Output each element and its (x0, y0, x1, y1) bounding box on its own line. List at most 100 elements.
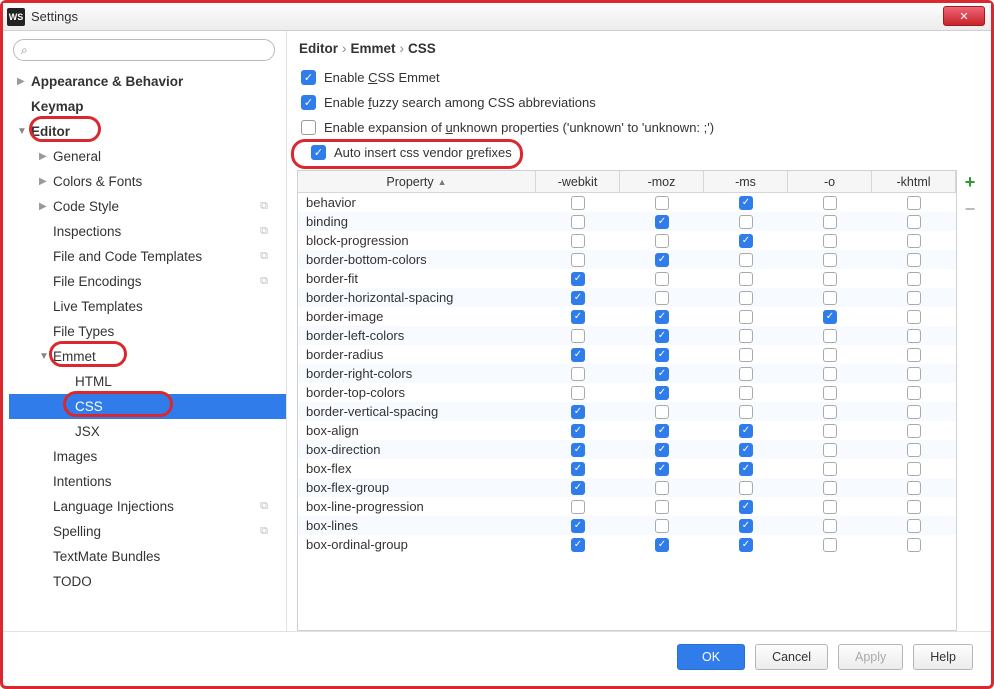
table-row[interactable]: box-flex-group (298, 478, 956, 497)
sidebar-item-appearance-behavior[interactable]: ▶Appearance & Behavior (9, 69, 286, 94)
prefix-cell[interactable] (872, 329, 956, 343)
prefix-cell[interactable] (620, 348, 704, 362)
table-row[interactable]: box-direction (298, 440, 956, 459)
checkbox-icon[interactable] (907, 253, 921, 267)
table-row[interactable]: border-top-colors (298, 383, 956, 402)
table-row[interactable]: box-ordinal-group (298, 535, 956, 554)
checkbox-icon[interactable] (571, 386, 585, 400)
prefix-cell[interactable] (704, 538, 788, 552)
table-row[interactable]: binding (298, 212, 956, 231)
prefix-cell[interactable] (536, 348, 620, 362)
checkbox-icon[interactable] (907, 519, 921, 533)
checkbox-icon[interactable] (907, 538, 921, 552)
prefix-cell[interactable] (536, 253, 620, 267)
table-row[interactable]: border-image (298, 307, 956, 326)
checkbox-icon[interactable] (907, 481, 921, 495)
prefix-cell[interactable] (704, 348, 788, 362)
sidebar-item-general[interactable]: ▶General (9, 144, 286, 169)
checkbox-icon[interactable] (823, 272, 837, 286)
sidebar-item-file-encodings[interactable]: File Encodings⧉ (9, 269, 286, 294)
checkbox-icon[interactable] (907, 424, 921, 438)
prefix-cell[interactable] (704, 291, 788, 305)
prefix-cell[interactable] (620, 367, 704, 381)
apply-button[interactable]: Apply (838, 644, 903, 670)
checkbox-icon[interactable] (907, 310, 921, 324)
close-button[interactable]: ✕ (943, 6, 985, 26)
prefix-cell[interactable] (620, 272, 704, 286)
search-input[interactable] (13, 39, 275, 61)
prefix-cell[interactable] (704, 519, 788, 533)
checkbox-icon[interactable] (571, 405, 585, 419)
prefix-cell[interactable] (788, 310, 872, 324)
prefix-cell[interactable] (536, 405, 620, 419)
checkbox-icon[interactable] (823, 500, 837, 514)
checkbox-icon[interactable] (823, 348, 837, 362)
checkbox-icon[interactable] (907, 500, 921, 514)
checkbox-icon[interactable] (823, 215, 837, 229)
checkbox-icon[interactable] (655, 386, 669, 400)
prefix-cell[interactable] (788, 424, 872, 438)
option-2[interactable]: Enable expansion of unknown properties (… (301, 120, 983, 135)
prefix-cell[interactable] (620, 215, 704, 229)
checkbox-icon[interactable] (655, 272, 669, 286)
sidebar-item-intentions[interactable]: Intentions (9, 469, 286, 494)
prefix-cell[interactable] (704, 367, 788, 381)
prefix-cell[interactable] (620, 443, 704, 457)
checkbox-icon[interactable] (823, 310, 837, 324)
prefix-cell[interactable] (788, 348, 872, 362)
checkbox-icon[interactable] (739, 443, 753, 457)
checkbox-icon[interactable] (571, 462, 585, 476)
checkbox-icon[interactable] (823, 405, 837, 419)
add-row-button[interactable]: + (965, 172, 976, 193)
prefix-cell[interactable] (704, 462, 788, 476)
prefix-cell[interactable] (872, 196, 956, 210)
checkbox-icon[interactable] (823, 291, 837, 305)
table-row[interactable]: border-right-colors (298, 364, 956, 383)
checkbox-icon[interactable] (739, 215, 753, 229)
checkbox-icon[interactable] (571, 291, 585, 305)
prefix-cell[interactable] (788, 215, 872, 229)
checkbox-icon[interactable] (823, 538, 837, 552)
checkbox-icon[interactable] (655, 367, 669, 381)
checkbox-icon[interactable] (907, 367, 921, 381)
prefix-cell[interactable] (872, 253, 956, 267)
prefix-cell[interactable] (788, 443, 872, 457)
checkbox-icon[interactable] (823, 196, 837, 210)
checkbox-icon[interactable] (739, 405, 753, 419)
prefix-cell[interactable] (872, 424, 956, 438)
checkbox-icon[interactable] (739, 519, 753, 533)
checkbox-icon[interactable] (571, 424, 585, 438)
prefix-cell[interactable] (788, 291, 872, 305)
checkbox-icon[interactable] (907, 215, 921, 229)
col-header-moz[interactable]: -moz (620, 171, 704, 192)
checkbox-icon[interactable] (571, 367, 585, 381)
prefix-cell[interactable] (620, 386, 704, 400)
prefix-cell[interactable] (620, 196, 704, 210)
checkbox-icon[interactable] (739, 538, 753, 552)
checkbox-icon[interactable] (571, 272, 585, 286)
checkbox-icon[interactable] (571, 253, 585, 267)
checkbox-icon[interactable] (571, 481, 585, 495)
breadcrumb-segment[interactable]: Editor (299, 41, 338, 56)
sidebar-item-language-injections[interactable]: Language Injections⧉ (9, 494, 286, 519)
checkbox-icon[interactable] (739, 272, 753, 286)
checkbox-icon[interactable] (571, 519, 585, 533)
checkbox-icon[interactable] (739, 310, 753, 324)
prefix-cell[interactable] (536, 538, 620, 552)
checkbox-icon[interactable] (739, 386, 753, 400)
prefix-cell[interactable] (704, 234, 788, 248)
checkbox-icon[interactable] (571, 348, 585, 362)
checkbox-icon[interactable] (571, 234, 585, 248)
breadcrumb-segment[interactable]: Emmet (351, 41, 396, 56)
prefix-cell[interactable] (620, 310, 704, 324)
checkbox-icon[interactable] (655, 519, 669, 533)
checkbox-icon[interactable] (823, 519, 837, 533)
prefix-cell[interactable] (872, 272, 956, 286)
checkbox-icon[interactable] (655, 291, 669, 305)
checkbox-icon[interactable] (739, 367, 753, 381)
table-row[interactable]: border-radius (298, 345, 956, 364)
checkbox-icon[interactable] (907, 462, 921, 476)
prefix-cell[interactable] (536, 329, 620, 343)
checkbox-icon[interactable] (823, 481, 837, 495)
prefix-cell[interactable] (872, 386, 956, 400)
